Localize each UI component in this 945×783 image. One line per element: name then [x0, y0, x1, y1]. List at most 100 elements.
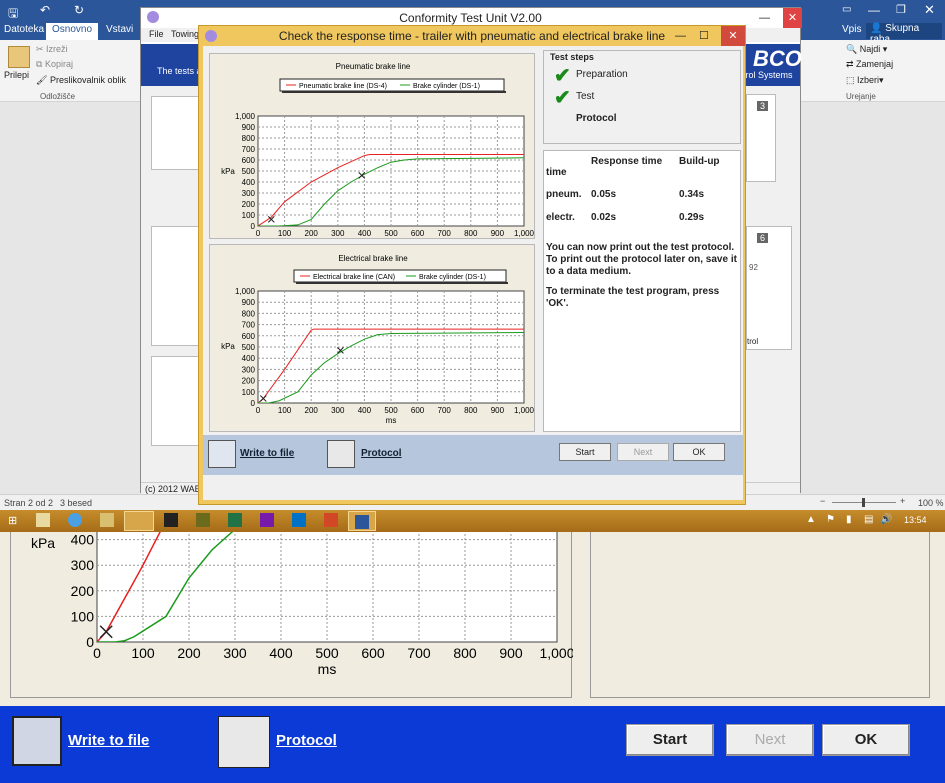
start-icon[interactable]: ⊞ [8, 514, 17, 527]
legend-shadow [282, 91, 506, 93]
dialog-title: Check the response time - trailer with p… [199, 26, 745, 46]
minimize-icon[interactable]: — [868, 3, 880, 17]
next-button-large[interactable]: Next [726, 724, 814, 756]
y-tick-label: 800 [242, 309, 256, 318]
start-button-large[interactable]: Start [626, 724, 714, 756]
next-button[interactable]: Next [617, 443, 669, 461]
maximize-icon[interactable]: ❐ [896, 3, 906, 16]
close-icon[interactable]: ✕ [924, 2, 935, 18]
zoom-out-icon[interactable]: − [820, 496, 825, 506]
y-tick-label: 600 [242, 332, 256, 341]
x-tick-label: 600 [411, 229, 425, 238]
menu-file[interactable]: File [149, 29, 164, 39]
protocol-button[interactable]: Protocol [361, 448, 402, 459]
paste-icon[interactable] [8, 46, 30, 68]
word-icon [355, 515, 369, 529]
ctu-minimize-icon[interactable]: — [759, 8, 770, 28]
tile-text: 92 [749, 263, 758, 272]
page-count: Stran 2 od 2 [4, 498, 54, 508]
x-tick-label: 1,000 [514, 406, 535, 415]
dialog-maximize-icon[interactable]: ☐ [699, 26, 709, 46]
undo-icon[interactable]: ↶ [40, 3, 50, 17]
copy-button[interactable]: ⧉ Kopiraj [36, 59, 73, 70]
word-taskbar-button[interactable] [348, 511, 376, 531]
tab-home[interactable]: Osnovno [46, 23, 99, 40]
powerpoint-icon[interactable] [324, 513, 338, 527]
file-explorer-icon[interactable] [36, 513, 50, 527]
write-to-file-button[interactable]: Write to file [240, 448, 294, 459]
y-tick-label: 600 [242, 156, 256, 165]
ctu-tile[interactable] [151, 96, 201, 170]
y-tick-label: 300 [242, 365, 256, 374]
ctu-app-icon[interactable] [124, 511, 154, 531]
y-tick-label: 500 [242, 343, 256, 352]
x-tick-label: 600 [361, 645, 385, 661]
ctu-tile[interactable] [151, 356, 201, 446]
ok-button[interactable]: OK [673, 443, 725, 461]
find-button[interactable]: 🔍 Najdi ▾ [846, 44, 887, 55]
folder-icon[interactable] [100, 513, 114, 527]
share-button[interactable]: 👤 Skupna raba [866, 23, 942, 45]
browser-icon[interactable] [68, 513, 82, 527]
printer-icon[interactable] [327, 440, 355, 468]
paste-label[interactable]: Prilepi [4, 70, 29, 80]
console-icon[interactable] [164, 513, 178, 527]
x-tick-label: 100 [131, 645, 155, 661]
outlook-icon[interactable] [292, 513, 306, 527]
zoom-slider-thumb[interactable] [862, 498, 865, 507]
ctu-tile-right[interactable]: 3 [746, 94, 776, 182]
protocol-button-large[interactable]: Protocol [276, 732, 337, 749]
tile-number: 3 [757, 101, 769, 111]
chart-title: Electrical brake line [338, 254, 408, 263]
ctu-tile-right[interactable]: 6 92 trol [746, 226, 792, 350]
painter-label: Preslikovalnik oblik [49, 75, 126, 85]
select-button[interactable]: ⬚ Izberi▾ [846, 75, 884, 86]
sign-in-link[interactable]: Vpis [842, 24, 861, 35]
format-painter-button[interactable]: 🖌 Preslikovalnik oblik [36, 75, 126, 86]
tray-battery-icon[interactable]: ▮ [846, 514, 852, 525]
cut-button[interactable]: ✂ Izreži [36, 44, 68, 55]
x-tick-label: 300 [331, 406, 345, 415]
tray-chevron-icon[interactable]: ▲ [806, 514, 816, 525]
x-tick-label: 900 [491, 406, 505, 415]
clipboard-group-label: Odložišče [40, 92, 76, 101]
dialog-minimize-icon[interactable]: — [675, 26, 686, 46]
y-tick-label: 700 [242, 321, 256, 330]
excel-icon[interactable] [228, 513, 242, 527]
replace-button[interactable]: ⇄ Zamenjaj [846, 59, 893, 70]
menu-towing[interactable]: Towing [171, 29, 199, 39]
tray-network-icon[interactable]: ▤ [864, 514, 873, 525]
ctu-tile[interactable] [151, 226, 201, 346]
y-tick-label: 400 [71, 532, 95, 548]
x-tick-label: 1,000 [539, 645, 573, 661]
x-tick-label: 200 [305, 406, 319, 415]
redo-icon[interactable]: ↻ [74, 3, 84, 17]
cut-label: Izreži [46, 44, 68, 54]
x-tick-label: 200 [177, 645, 201, 661]
tile-number: 6 [757, 233, 769, 243]
tab-insert[interactable]: Vstavi [106, 24, 133, 35]
ribbon-options-icon[interactable]: ▭ [842, 4, 851, 15]
x-tick-label: 700 [407, 645, 431, 661]
y-tick-label: 0 [251, 222, 256, 231]
onenote-icon[interactable] [260, 513, 274, 527]
write-to-file-button-large[interactable]: Write to file [68, 732, 149, 749]
row-electr-response: 0.02s [591, 212, 617, 223]
write-to-file-icon[interactable] [208, 440, 236, 468]
write-to-file-icon-large[interactable] [12, 716, 62, 766]
dialog-close-icon[interactable]: ✕ [721, 26, 745, 46]
person-icon: 👤 [870, 23, 883, 34]
tray-volume-icon[interactable]: 🔊 [880, 514, 892, 525]
y-tick-label: 1,000 [235, 112, 256, 121]
app-icon[interactable] [196, 513, 210, 527]
tray-flag-icon[interactable]: ⚑ [826, 514, 835, 525]
ctu-close-icon[interactable]: ✕ [783, 8, 802, 28]
start-button[interactable]: Start [559, 443, 611, 461]
y-tick-label: 400 [242, 178, 256, 187]
ok-button-large[interactable]: OK [822, 724, 910, 756]
tab-file[interactable]: Datoteka [4, 24, 44, 35]
pneumatic-chart: Pneumatic brake line Pneumatic brake line… [221, 62, 534, 248]
printer-icon-large[interactable] [218, 716, 270, 768]
taskbar: ⊞ ▲ ⚑ ▮ ▤ 🔊 13:54 [0, 510, 945, 532]
zoom-in-icon[interactable]: + [900, 496, 905, 506]
